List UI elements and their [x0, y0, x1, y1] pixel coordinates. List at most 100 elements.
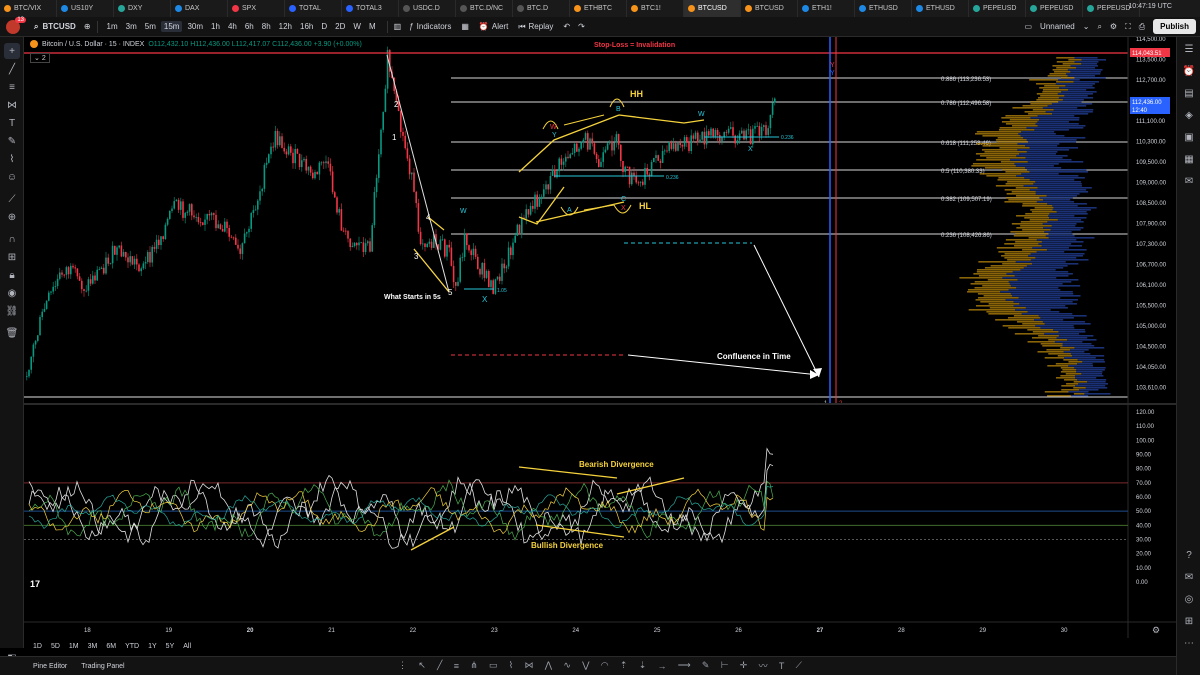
pitchfork-icon[interactable]: ⋔ — [470, 660, 478, 671]
measure-icon[interactable]: ⊢ — [721, 660, 729, 671]
redo-icon[interactable]: ↷ — [578, 22, 585, 31]
browser-tab[interactable]: BTC.D — [513, 0, 570, 17]
settings-icon[interactable]: ⚙ — [1110, 22, 1117, 31]
interval-w[interactable]: W — [350, 21, 364, 32]
browser-tab[interactable]: USDC.D — [399, 0, 456, 17]
chart-canvas[interactable]: 0.886 (113,236.53)0.786 (112,496.58)0.61… — [24, 37, 1176, 638]
publish-button[interactable]: Publish — [1153, 19, 1196, 34]
drag-handle-icon[interactable]: ⋮ — [398, 660, 407, 671]
browser-tab[interactable]: BTC/VIX — [0, 0, 57, 17]
pattern-icon[interactable]: ⋈ — [524, 660, 533, 671]
add-symbol-icon[interactable]: ⊕ — [84, 22, 91, 31]
chevron-down-icon[interactable]: ⌄ — [1083, 22, 1090, 31]
trend-line-icon[interactable]: ╱ — [437, 660, 442, 671]
browser-tab[interactable]: BTCUSD — [684, 0, 741, 17]
interval-1h[interactable]: 1h — [208, 21, 223, 32]
browser-tab[interactable]: TOTAL3 — [342, 0, 399, 17]
range-1d[interactable]: 1D — [33, 643, 42, 650]
calendar-icon[interactable]: ▦ — [1181, 151, 1197, 167]
browser-tab[interactable]: US10Y — [57, 0, 114, 17]
crosshair-icon[interactable]: ✛ — [740, 660, 748, 671]
crosshair-icon[interactable]: + — [4, 43, 20, 59]
fib-retracement-icon[interactable]: ≡ — [4, 79, 20, 95]
undo-icon[interactable]: ↶ — [563, 22, 570, 31]
zoom-in-icon[interactable]: ⊕ — [4, 209, 20, 225]
trading-panel-tab[interactable]: Trading Panel — [81, 663, 124, 670]
layout-name[interactable]: Unnamed — [1040, 22, 1075, 31]
magnet-icon[interactable]: ∩ — [4, 231, 20, 247]
text-icon[interactable]: T — [779, 661, 785, 671]
watchlist-icon[interactable]: ☰ — [1181, 41, 1197, 57]
fullscreen-icon[interactable]: ⛶ — [1125, 22, 1131, 32]
abcd-icon[interactable]: ⋀ — [545, 660, 552, 671]
arrow-icon[interactable]: → — [657, 661, 666, 671]
apps-icon[interactable]: ⊞ — [1181, 613, 1197, 629]
interval-5m[interactable]: 5m — [142, 21, 159, 32]
rectangle-icon[interactable]: ▭ — [489, 660, 498, 671]
utc-clock[interactable]: 10:47:19 UTC — [1128, 3, 1172, 10]
elliott-icon[interactable]: ⋁ — [582, 660, 589, 671]
interval-16h[interactable]: 16h — [297, 21, 316, 32]
fib-icon[interactable]: ≡ — [454, 661, 459, 671]
pattern-icon[interactable]: ⋈ — [4, 97, 20, 113]
candle-type-icon[interactable]: ▥ — [394, 22, 402, 31]
browser-tab[interactable]: BTC1! — [627, 0, 684, 17]
lock-drawing-icon[interactable]: ⊞ — [4, 249, 20, 265]
range-ytd[interactable]: YTD — [125, 643, 139, 650]
interval-4h[interactable]: 4h — [225, 21, 240, 32]
wave-icon[interactable]: ∿ — [563, 660, 571, 671]
layout-icon[interactable]: ▭ — [1024, 22, 1032, 31]
browser-tab[interactable]: SPX — [228, 0, 285, 17]
browser-tab[interactable]: DXY — [114, 0, 171, 17]
notifications-icon[interactable]: ◎ — [1181, 591, 1197, 607]
help-icon[interactable]: ? — [1181, 547, 1197, 563]
alerts-icon[interactable]: ⏰ — [1181, 63, 1197, 79]
link-icon[interactable]: ⛓ — [4, 303, 20, 319]
ruler-icon[interactable]: ⟋ — [4, 191, 20, 207]
browser-tab[interactable]: DAX — [171, 0, 228, 17]
brush-icon[interactable]: ✎ — [4, 133, 20, 149]
eye-icon[interactable]: ◉ — [4, 285, 20, 301]
interval-8h[interactable]: 8h — [259, 21, 274, 32]
browser-tab[interactable]: ETHBTC — [570, 0, 627, 17]
range-all[interactable]: All — [183, 643, 191, 650]
interval-1m[interactable]: 1m — [104, 21, 121, 32]
pine-editor-tab[interactable]: Pine Editor — [33, 663, 67, 670]
ray-icon[interactable]: ⟶ — [678, 660, 691, 671]
layers-icon[interactable]: ◈ — [1181, 107, 1197, 123]
long-position-icon[interactable]: ⇡ — [620, 660, 628, 671]
interval-30m[interactable]: 30m — [184, 21, 206, 32]
data-window-icon[interactable]: ▤ — [1181, 85, 1197, 101]
browser-tab[interactable]: ETHUSD — [912, 0, 969, 17]
indicator-count-toggle[interactable]: ⌄ 2 — [30, 53, 50, 63]
cursor-icon[interactable]: ↖ — [418, 660, 426, 671]
range-5y[interactable]: 5Y — [166, 643, 175, 650]
measure-icon[interactable]: ⌇ — [4, 151, 20, 167]
browser-tab[interactable]: TOTAL — [285, 0, 342, 17]
interval-6h[interactable]: 6h — [242, 21, 257, 32]
more-icon[interactable]: ⋯ — [1181, 635, 1197, 651]
interval-2d[interactable]: 2D — [332, 21, 348, 32]
lock-icon[interactable]: 🔒︎ — [4, 267, 20, 283]
emoji-icon[interactable]: ☺ — [4, 169, 20, 185]
trend-line-icon[interactable]: ╱ — [4, 61, 20, 77]
interval-15m[interactable]: 15m — [160, 21, 183, 32]
cycle-icon[interactable]: ◠ — [601, 660, 609, 671]
range-6m[interactable]: 6M — [106, 643, 116, 650]
interval-m[interactable]: M — [366, 21, 379, 32]
browser-tab[interactable]: BTC.D/NC — [456, 0, 513, 17]
browser-tab[interactable]: PEPEUSD — [969, 0, 1026, 17]
path-icon[interactable]: ⌇ — [509, 660, 513, 671]
alert-button[interactable]: ⏰ Alert — [479, 22, 508, 31]
indicators-button[interactable]: ƒ Indicators — [409, 22, 451, 31]
browser-tab[interactable]: ETH1! — [798, 0, 855, 17]
interval-3m[interactable]: 3m — [123, 21, 140, 32]
text-tool-icon[interactable]: T — [4, 115, 20, 131]
snapshot-icon[interactable]: ⎙ — [1139, 22, 1145, 32]
browser-tab[interactable]: ETHUSD — [855, 0, 912, 17]
quick-search-icon[interactable]: ⌕ — [1097, 22, 1101, 32]
interval-d[interactable]: D — [318, 21, 330, 32]
range-3m[interactable]: 3M — [88, 643, 98, 650]
interval-12h[interactable]: 12h — [276, 21, 295, 32]
range-5d[interactable]: 5D — [51, 643, 60, 650]
